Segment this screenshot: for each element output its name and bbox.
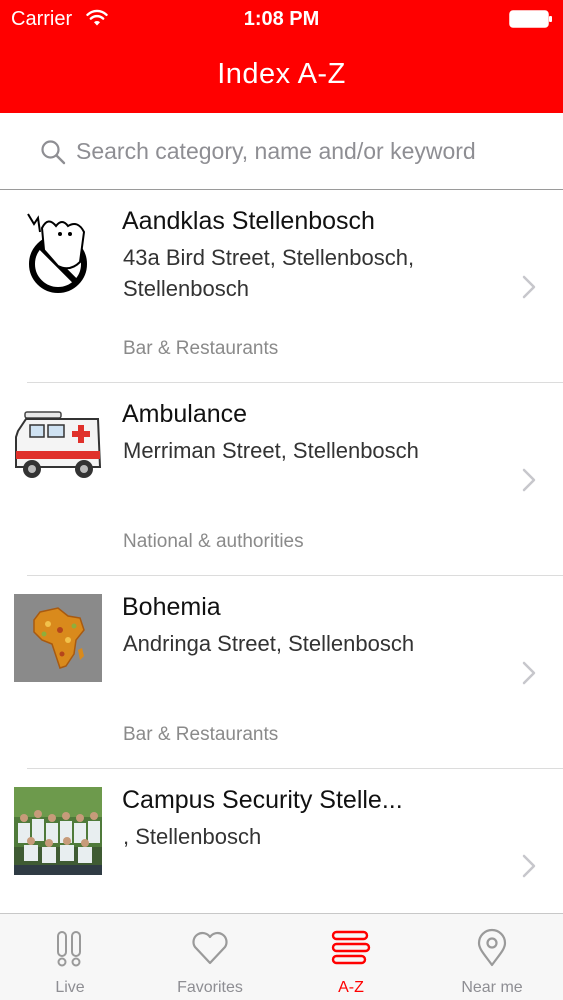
item-category: National & authorities: [123, 531, 304, 552]
item-name: Ambulance: [122, 400, 248, 428]
tab-label: Live: [55, 979, 85, 996]
item-category: Bar & Restaurants: [123, 724, 279, 745]
chevron-right-icon: [522, 854, 536, 878]
item-address: 43a Bird Street, Stellenbosch, Stellenbo…: [123, 245, 415, 301]
chevron-right-icon: [522, 275, 536, 299]
ambulance-icon: [14, 401, 102, 489]
group-photo-image: [14, 787, 102, 875]
tab-label: Near me: [461, 979, 523, 996]
item-name: Bohemia: [122, 593, 221, 621]
tab-a-z[interactable]: A-Z: [281, 914, 421, 1000]
list-item[interactable]: Bohemia Andringa Street, Stellenbosch Ba…: [0, 576, 563, 769]
a-z-list-icon: [331, 930, 371, 965]
search-input[interactable]: [76, 133, 546, 169]
item-name: Aandklas Stellenbosch: [122, 207, 375, 235]
tab-bar: Live Favorites A-Z Near me: [0, 913, 563, 1000]
list-item[interactable]: Aandklas Stellenbosch 43a Bird Street, S…: [0, 190, 563, 383]
africa-map-image: [14, 594, 102, 682]
item-address: Merriman Street, Stellenbosch: [123, 438, 419, 463]
list-item[interactable]: Campus Security Stelle... , Stellenbosch: [0, 769, 563, 913]
tab-live[interactable]: Live: [0, 914, 140, 1000]
tab-near-me[interactable]: Near me: [422, 914, 562, 1000]
item-address: Andringa Street, Stellenbosch: [123, 631, 415, 656]
status-bar: Carrier 1:08 PM: [0, 0, 563, 38]
status-time: 1:08 PM: [243, 8, 320, 30]
page-title: Index A-Z: [217, 58, 346, 90]
tab-favorites[interactable]: Favorites: [140, 914, 280, 1000]
header: Carrier 1:08 PM Index A-Z: [0, 0, 563, 113]
item-address: , Stellenbosch: [123, 824, 262, 849]
chevron-right-icon: [522, 468, 536, 492]
index-list: Aandklas Stellenbosch 43a Bird Street, S…: [0, 190, 563, 913]
tab-label: Favorites: [177, 979, 243, 996]
heart-icon: [192, 931, 228, 965]
ghost-logo-icon: [14, 208, 102, 296]
item-category: Bar & Restaurants: [123, 338, 279, 359]
chevron-right-icon: [522, 661, 536, 685]
live-icon: [57, 931, 81, 967]
battery-icon: [509, 10, 552, 28]
item-name: Campus Security Stelle...: [122, 786, 403, 814]
list-item[interactable]: Ambulance Merriman Street, Stellenbosch …: [0, 383, 563, 576]
tab-label: A-Z: [338, 979, 364, 996]
search-bar: [0, 113, 563, 190]
search-icon: [41, 140, 66, 165]
location-pin-icon: [477, 928, 507, 967]
app-screen: Carrier 1:08 PM Index A-Z Search categor…: [0, 0, 563, 1000]
